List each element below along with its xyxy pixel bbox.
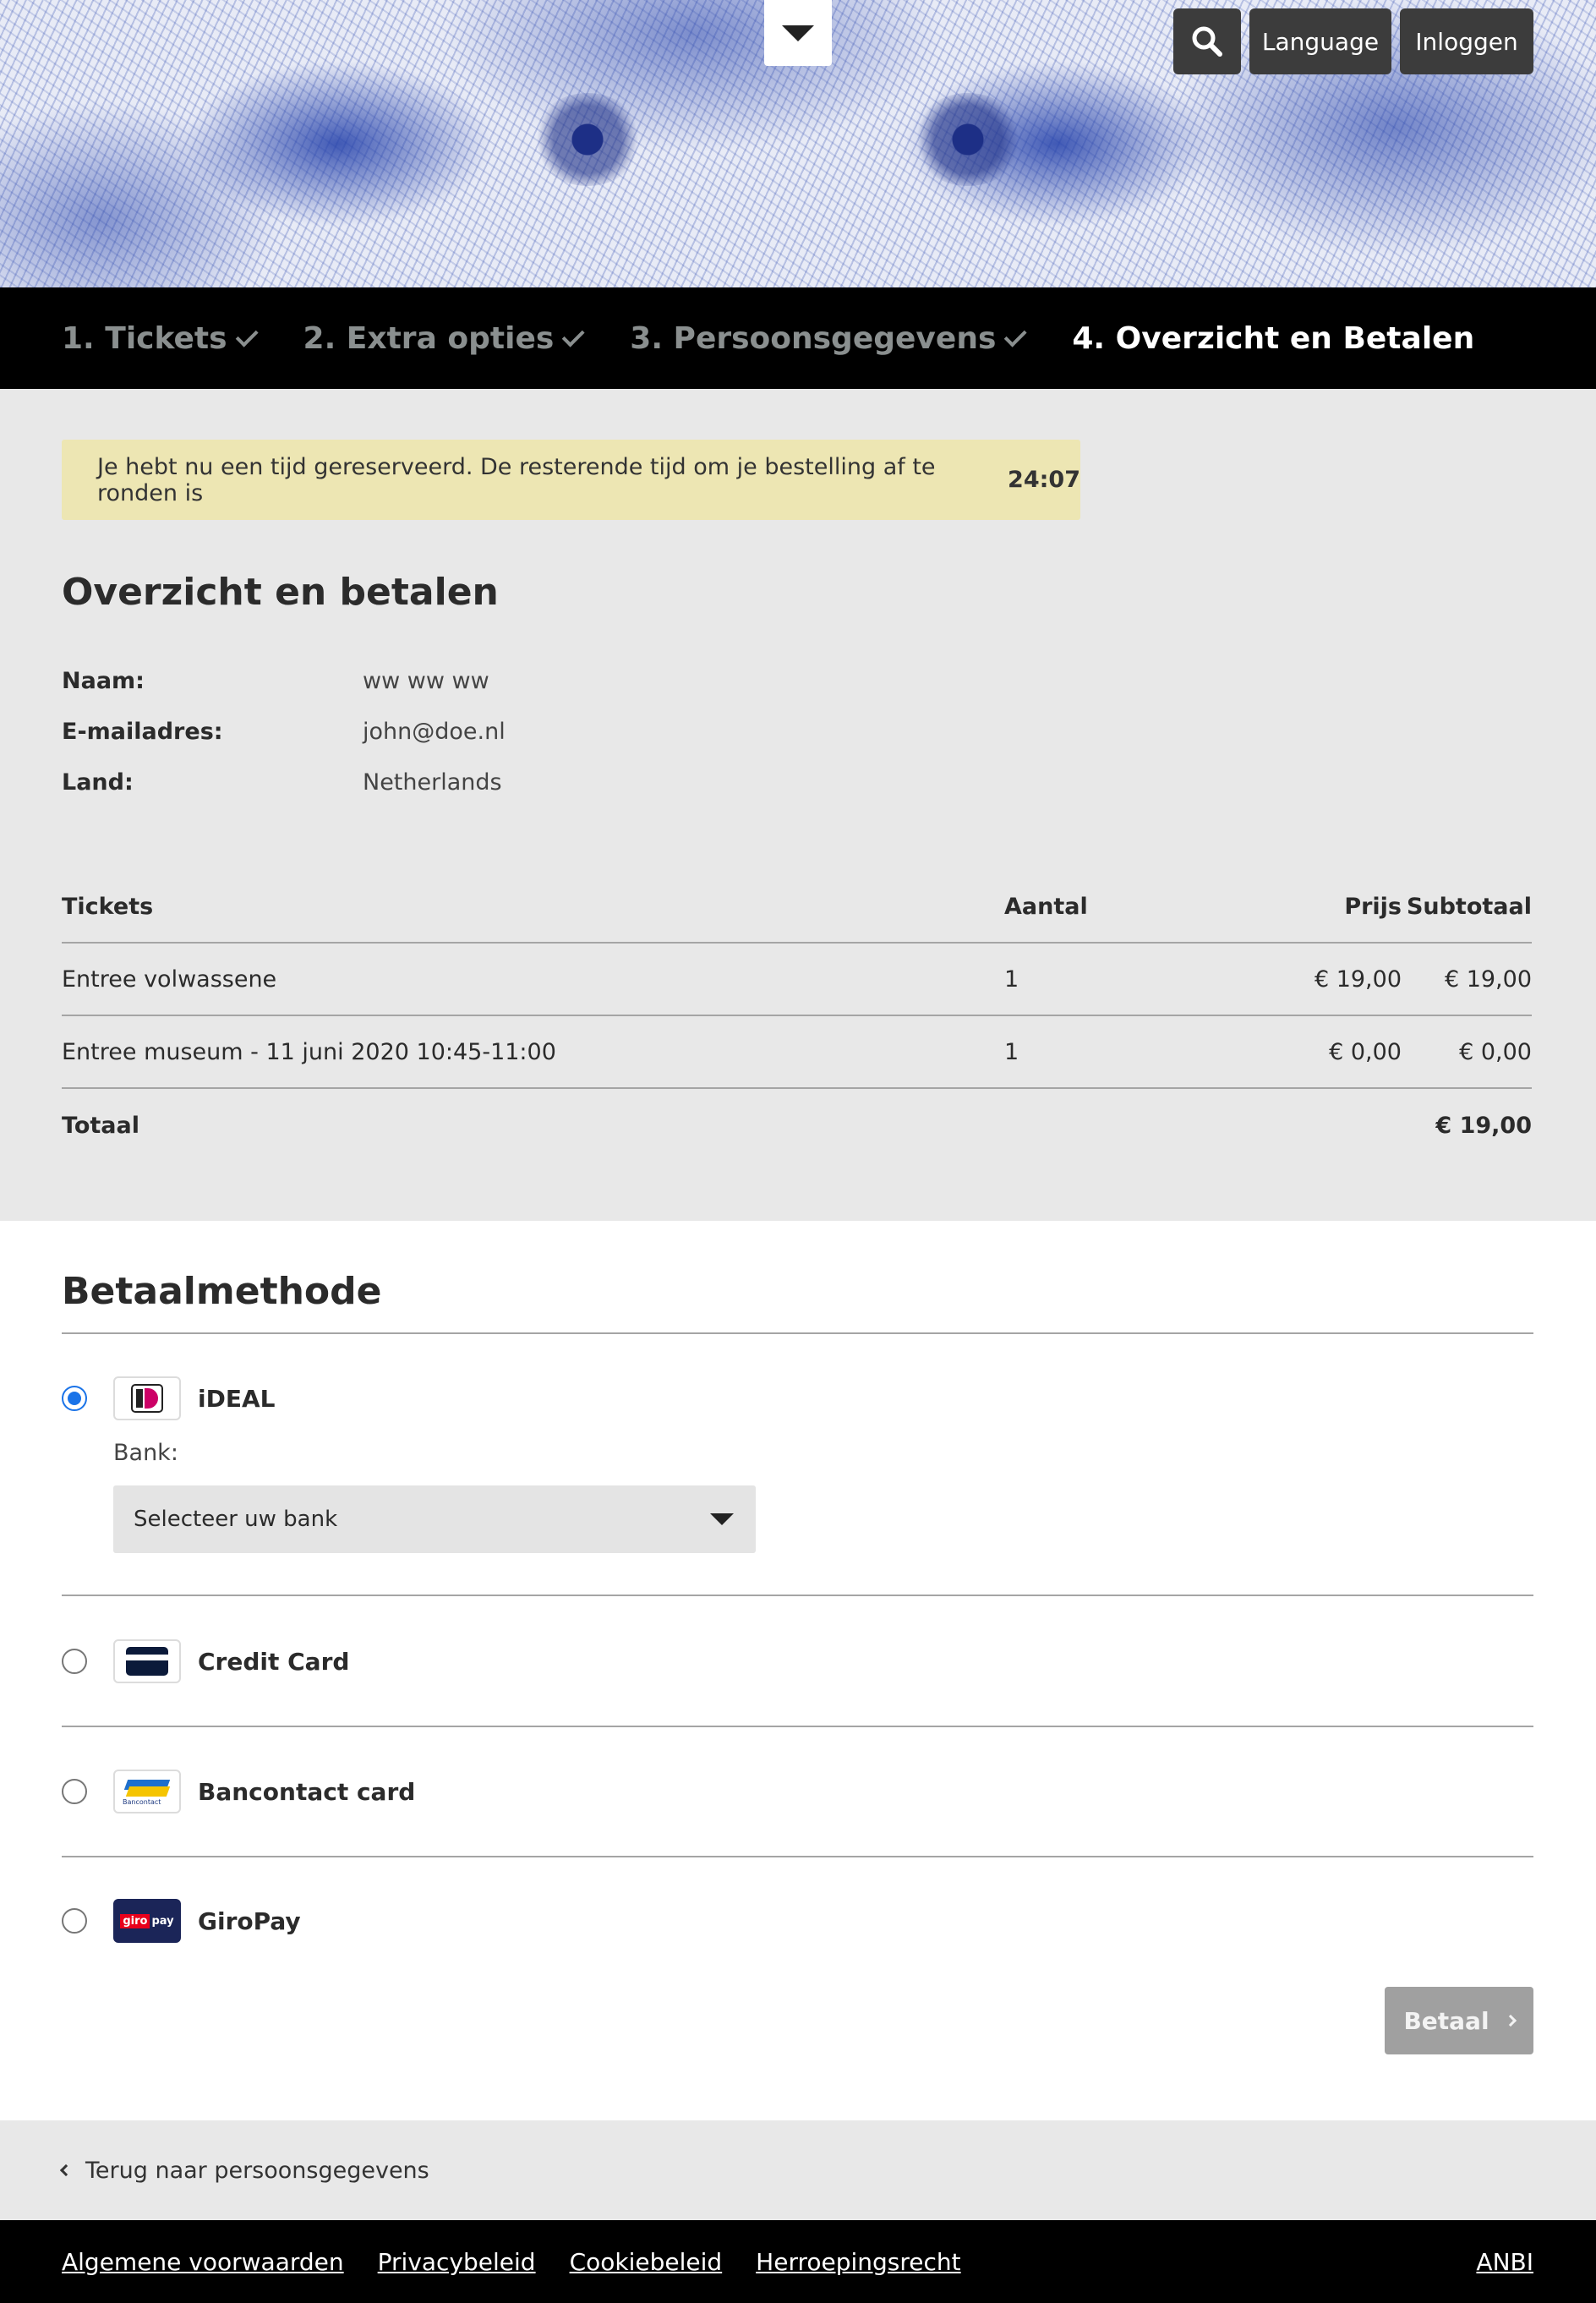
credit-card-icon bbox=[113, 1639, 181, 1683]
chevron-left-icon bbox=[59, 2164, 73, 2177]
search-icon bbox=[1192, 26, 1222, 57]
bank-select[interactable]: Selecteer uw bank bbox=[113, 1485, 756, 1553]
checkmark-icon bbox=[1004, 324, 1027, 347]
bancontact-logo-text: Bancontact bbox=[123, 1798, 161, 1806]
bank-select-value: Selecteer uw bank bbox=[134, 1507, 338, 1532]
footer-link-privacy[interactable]: Privacybeleid bbox=[378, 2248, 536, 2276]
info-value: john@doe.nl bbox=[363, 719, 506, 745]
payment-method-title: Betaalmethode bbox=[62, 1270, 382, 1313]
giropay-logo-part1: giro bbox=[120, 1913, 150, 1928]
radio-bancontact[interactable] bbox=[62, 1779, 87, 1804]
bank-label: Bank: bbox=[113, 1440, 178, 1466]
caret-down-icon bbox=[782, 25, 814, 41]
hero-banner: Language Inloggen bbox=[0, 0, 1596, 287]
divider bbox=[62, 1595, 1533, 1596]
table-total-row: Totaal € 19,00 bbox=[62, 1089, 1532, 1162]
payment-label: iDEAL bbox=[198, 1384, 276, 1413]
footer: Algemene voorwaarden Privacybeleid Cooki… bbox=[0, 2220, 1596, 2303]
step-personal-details[interactable]: 3. Persoonsgegevens bbox=[630, 321, 1028, 356]
step-extra-options[interactable]: 2. Extra opties bbox=[303, 321, 587, 356]
footer-link-anbi[interactable]: ANBI bbox=[1476, 2248, 1533, 2276]
tickets-table: Tickets Aantal Prijs Subtotaal Entree vo… bbox=[62, 871, 1532, 1162]
bancontact-icon: Bancontact bbox=[113, 1770, 181, 1813]
hero-image-eye-right bbox=[913, 93, 1023, 186]
info-value: ww ww ww bbox=[363, 668, 489, 694]
ticket-quantity: 1 bbox=[1004, 1038, 1019, 1065]
ticket-price: € 0,00 bbox=[1329, 1038, 1402, 1065]
caret-down-icon bbox=[710, 1513, 734, 1525]
divider bbox=[62, 1726, 1533, 1727]
radio-credit-card[interactable] bbox=[62, 1649, 87, 1674]
checkmark-icon bbox=[235, 324, 259, 347]
back-link[interactable]: Terug naar persoonsgegevens bbox=[85, 2158, 429, 2184]
back-bar: Terug naar persoonsgegevens bbox=[0, 2120, 1596, 2220]
info-label: E-mailadres: bbox=[62, 719, 223, 745]
divider bbox=[62, 1332, 1533, 1334]
total-label: Totaal bbox=[62, 1112, 139, 1139]
pay-button-label: Betaal bbox=[1403, 2006, 1489, 2035]
column-header: Aantal bbox=[1004, 893, 1088, 920]
column-header: Tickets bbox=[62, 893, 154, 920]
info-row-email: E-mailadres: john@doe.nl bbox=[62, 719, 506, 745]
login-button[interactable]: Inloggen bbox=[1400, 8, 1533, 74]
column-header: Prijs bbox=[1344, 893, 1402, 920]
checkmark-icon bbox=[562, 324, 585, 347]
step-overview-pay: 4. Overzicht en Betalen bbox=[1072, 321, 1474, 356]
ticket-name: Entree volwassene bbox=[62, 966, 277, 993]
radio-giropay[interactable] bbox=[62, 1908, 87, 1934]
footer-link-withdrawal[interactable]: Herroepingsrecht bbox=[756, 2248, 960, 2276]
ticket-subtotal: € 0,00 bbox=[1459, 1038, 1532, 1065]
chevron-right-icon bbox=[1504, 2014, 1517, 2027]
payment-label: Credit Card bbox=[198, 1647, 350, 1676]
total-value: € 19,00 bbox=[1435, 1112, 1532, 1139]
table-header-row: Tickets Aantal Prijs Subtotaal bbox=[62, 871, 1532, 944]
column-header: Subtotaal bbox=[1406, 893, 1532, 920]
giropay-logo-part2: pay bbox=[151, 1914, 174, 1928]
step-tickets[interactable]: 1. Tickets bbox=[62, 321, 260, 356]
checkout-steps: 1. Tickets 2. Extra opties 3. Persoonsge… bbox=[0, 287, 1596, 389]
footer-link-terms[interactable]: Algemene voorwaarden bbox=[62, 2248, 344, 2276]
ticket-subtotal: € 19,00 bbox=[1444, 966, 1532, 993]
info-label: Land: bbox=[62, 769, 134, 796]
ideal-icon bbox=[113, 1376, 181, 1420]
divider bbox=[62, 1856, 1533, 1857]
remaining-time: 24:07 bbox=[1008, 467, 1080, 493]
reservation-timer-notice: Je hebt nu een tijd gereserveerd. De res… bbox=[62, 440, 1080, 520]
menu-toggle-button[interactable] bbox=[764, 0, 832, 66]
payment-option-giropay[interactable]: giro pay GiroPay bbox=[62, 1899, 301, 1943]
order-summary-section: Je hebt nu een tijd gereserveerd. De res… bbox=[0, 389, 1596, 1221]
table-row: Entree museum - 11 juni 2020 10:45-11:00… bbox=[62, 1016, 1532, 1089]
ticket-price: € 19,00 bbox=[1314, 966, 1402, 993]
payment-label: Bancontact card bbox=[198, 1777, 416, 1806]
table-row: Entree volwassene 1 € 19,00 € 19,00 bbox=[62, 944, 1532, 1016]
info-label: Naam: bbox=[62, 668, 145, 694]
giropay-icon: giro pay bbox=[113, 1899, 181, 1943]
radio-ideal[interactable] bbox=[62, 1386, 87, 1411]
info-row-name: Naam: ww ww ww bbox=[62, 668, 489, 694]
step-label: 3. Persoonsgegevens bbox=[630, 320, 997, 356]
info-row-country: Land: Netherlands bbox=[62, 769, 502, 796]
payment-option-credit-card[interactable]: Credit Card bbox=[62, 1639, 349, 1683]
info-value: Netherlands bbox=[363, 769, 502, 796]
payment-option-ideal[interactable]: iDEAL bbox=[62, 1376, 275, 1420]
page-title: Overzicht en betalen bbox=[62, 571, 499, 614]
ticket-quantity: 1 bbox=[1004, 966, 1019, 993]
hero-image-eye-left bbox=[533, 93, 642, 186]
step-label: 2. Extra opties bbox=[303, 320, 555, 356]
payment-label: GiroPay bbox=[198, 1906, 301, 1935]
ticket-name: Entree museum - 11 juni 2020 10:45-11:00 bbox=[62, 1038, 556, 1065]
search-button[interactable] bbox=[1173, 8, 1241, 74]
notice-text: Je hebt nu een tijd gereserveerd. De res… bbox=[97, 453, 936, 506]
step-label: 1. Tickets bbox=[62, 320, 227, 356]
step-label: 4. Overzicht en Betalen bbox=[1072, 320, 1475, 356]
footer-link-cookies[interactable]: Cookiebeleid bbox=[570, 2248, 723, 2276]
payment-option-bancontact[interactable]: Bancontact Bancontact card bbox=[62, 1770, 415, 1813]
pay-button[interactable]: Betaal bbox=[1385, 1987, 1533, 2054]
language-button[interactable]: Language bbox=[1249, 8, 1391, 74]
